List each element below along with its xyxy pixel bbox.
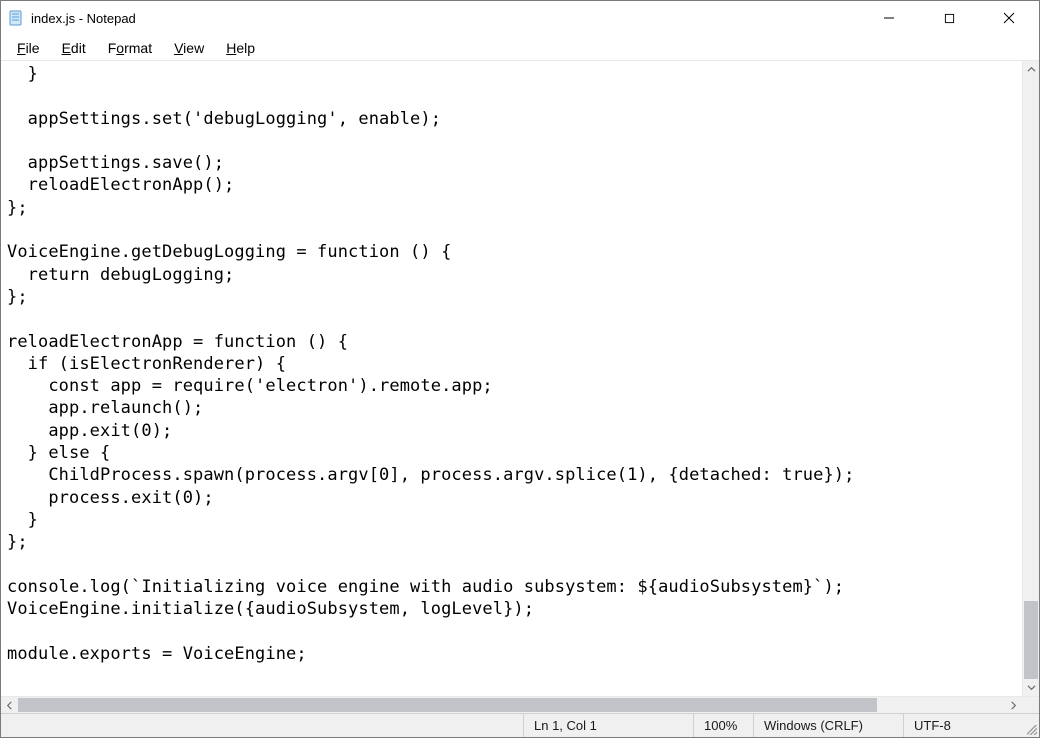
menubar: File Edit Format View Help [1,35,1039,61]
scroll-right-arrow-icon[interactable] [1005,697,1022,713]
status-position: Ln 1, Col 1 [523,714,693,737]
scroll-up-arrow-icon[interactable] [1023,61,1039,78]
notepad-icon [7,9,25,27]
menu-edit[interactable]: Edit [52,38,96,58]
close-button[interactable] [979,1,1039,35]
scroll-left-arrow-icon[interactable] [1,697,18,713]
menu-file-rest: ile [26,40,40,56]
titlebar[interactable]: index.js - Notepad [1,1,1039,35]
status-spacer [1,714,523,737]
notepad-window: index.js - Notepad File Edit Format View… [0,0,1040,738]
scroll-down-arrow-icon[interactable] [1023,679,1039,696]
menu-view[interactable]: View [164,38,214,58]
window-title: index.js - Notepad [31,11,136,26]
vscroll-thumb[interactable] [1024,601,1038,679]
vscroll-track[interactable] [1023,78,1039,679]
window-controls [859,1,1039,35]
menu-format[interactable]: Format [98,38,162,58]
scroll-corner [1022,697,1039,713]
hscroll-thumb[interactable] [18,698,877,712]
editor-area: } appSettings.set('debugLogging', enable… [1,61,1039,713]
status-encoding: UTF-8 [903,714,1021,737]
menu-edit-rest: dit [71,40,86,56]
minimize-button[interactable] [859,1,919,35]
status-eol: Windows (CRLF) [753,714,903,737]
maximize-button[interactable] [919,1,979,35]
menu-file[interactable]: File [7,38,50,58]
menu-help-rest: elp [236,40,255,56]
hscroll-track[interactable] [18,697,1005,713]
menu-format-rest: rmat [124,40,152,56]
status-zoom: 100% [693,714,753,737]
menu-view-rest: iew [183,40,204,56]
resize-grip-icon[interactable] [1021,714,1039,737]
menu-help[interactable]: Help [216,38,265,58]
horizontal-scrollbar[interactable] [1,696,1039,713]
vertical-scrollbar[interactable] [1022,61,1039,696]
editor-scroll-wrap: } appSettings.set('debugLogging', enable… [1,61,1039,696]
statusbar: Ln 1, Col 1 100% Windows (CRLF) UTF-8 [1,713,1039,737]
text-editor[interactable]: } appSettings.set('debugLogging', enable… [1,61,1022,696]
